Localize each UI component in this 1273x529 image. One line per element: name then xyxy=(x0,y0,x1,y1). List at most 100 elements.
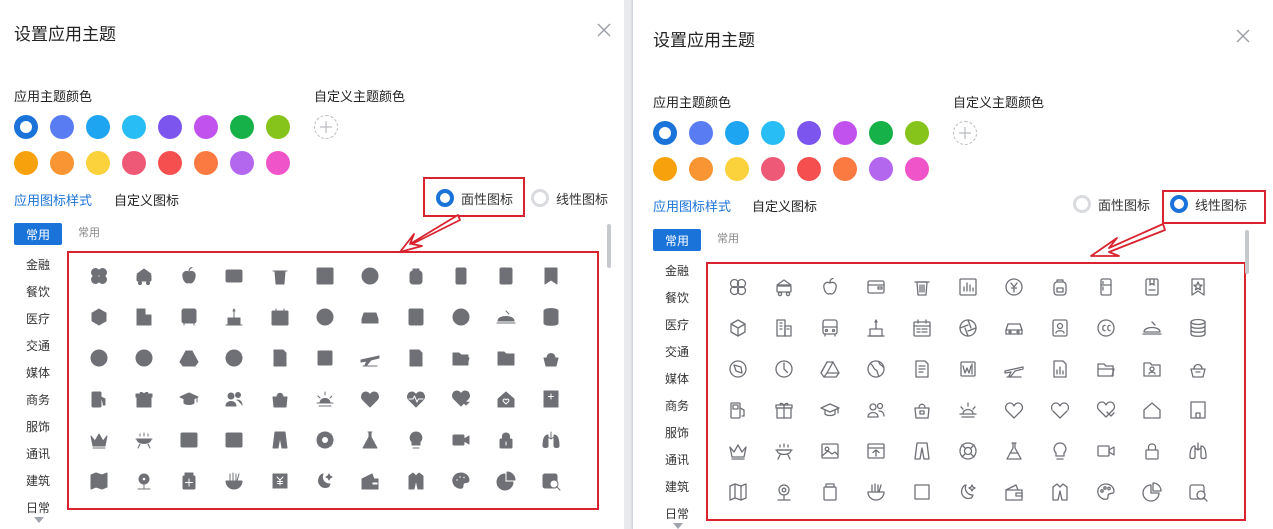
airplane-icon[interactable] xyxy=(999,354,1029,384)
bookmark-card-icon[interactable] xyxy=(491,261,521,291)
heart-pulse-icon[interactable] xyxy=(1045,395,1075,425)
category-item[interactable]: 交通 xyxy=(652,343,702,360)
sunrise-icon[interactable] xyxy=(310,384,340,414)
airplane-icon[interactable] xyxy=(355,343,385,373)
document-icon[interactable] xyxy=(265,343,295,373)
bar-chart-icon[interactable] xyxy=(310,261,340,291)
theme-swatch[interactable] xyxy=(869,157,893,181)
yen-note-icon[interactable] xyxy=(907,477,937,507)
scrollbar-thumb[interactable] xyxy=(1245,230,1249,274)
building-icon[interactable] xyxy=(769,313,799,343)
graduation-cap-icon[interactable] xyxy=(174,384,204,414)
theme-swatch[interactable] xyxy=(833,121,857,145)
compass-icon[interactable] xyxy=(723,354,753,384)
theme-swatch[interactable] xyxy=(725,121,749,145)
magnify-card-icon[interactable] xyxy=(536,466,566,496)
heart-hand-icon[interactable] xyxy=(1091,395,1121,425)
coat-icon[interactable] xyxy=(401,466,431,496)
tab-app-icon-style[interactable]: 应用图标样式 xyxy=(653,196,731,215)
inbox-upload-icon[interactable] xyxy=(219,425,249,455)
fridge-icon[interactable] xyxy=(446,261,476,291)
lightbulb-icon[interactable] xyxy=(401,425,431,455)
users-icon[interactable] xyxy=(219,384,249,414)
cake-icon[interactable] xyxy=(219,302,249,332)
scrollbar-thumb[interactable] xyxy=(607,224,611,268)
theme-swatch[interactable] xyxy=(230,115,254,139)
basket-icon[interactable] xyxy=(536,343,566,373)
aperture-icon[interactable] xyxy=(953,313,983,343)
theme-swatch[interactable] xyxy=(653,157,677,181)
dish-icon[interactable] xyxy=(1137,313,1167,343)
trousers-icon[interactable] xyxy=(265,425,295,455)
flask-icon[interactable] xyxy=(355,425,385,455)
aperture-icon[interactable] xyxy=(310,302,340,332)
category-item[interactable]: 商务 xyxy=(13,391,63,408)
theme-swatch[interactable] xyxy=(761,157,785,181)
theme-swatch[interactable] xyxy=(266,115,290,139)
padlock-icon[interactable] xyxy=(1137,436,1167,466)
contact-card-icon[interactable] xyxy=(401,302,431,332)
radio-filled-icons[interactable]: 面性图标 xyxy=(1073,193,1150,215)
lifebuoy-icon[interactable] xyxy=(310,425,340,455)
users-icon[interactable] xyxy=(861,395,891,425)
gift-icon[interactable] xyxy=(769,395,799,425)
video-icon[interactable] xyxy=(1091,436,1121,466)
yen-coin-icon[interactable] xyxy=(355,261,385,291)
wallet-icon[interactable] xyxy=(861,272,891,302)
theme-swatch[interactable] xyxy=(689,157,713,181)
category-item[interactable]: 日常 xyxy=(652,505,702,522)
bookmark-card-icon[interactable] xyxy=(1137,272,1167,302)
theme-swatch[interactable] xyxy=(50,151,74,175)
scroll-down-icon[interactable] xyxy=(673,523,683,529)
moon-star-icon[interactable] xyxy=(310,466,340,496)
heart-pulse-icon[interactable] xyxy=(401,384,431,414)
yen-coin-icon[interactable] xyxy=(999,272,1029,302)
contact-card-icon[interactable] xyxy=(1045,313,1075,343)
theme-swatch[interactable] xyxy=(653,121,677,145)
graduation-cap-icon[interactable] xyxy=(815,395,845,425)
location-pin-icon[interactable] xyxy=(129,466,159,496)
globe-icon[interactable] xyxy=(219,343,249,373)
padlock-icon[interactable] xyxy=(491,425,521,455)
theme-swatch[interactable] xyxy=(194,115,218,139)
fridge-icon[interactable] xyxy=(1091,272,1121,302)
image-icon[interactable] xyxy=(815,436,845,466)
gift-icon[interactable] xyxy=(129,384,159,414)
category-pill-active[interactable]: 常用 xyxy=(14,223,62,245)
crown-icon[interactable] xyxy=(723,436,753,466)
category-item[interactable]: 医疗 xyxy=(13,310,63,327)
grill-icon[interactable] xyxy=(129,425,159,455)
wallet-icon[interactable] xyxy=(219,261,249,291)
home-heart-icon[interactable] xyxy=(491,384,521,414)
theme-swatch[interactable] xyxy=(869,121,893,145)
home-heart-icon[interactable] xyxy=(1137,395,1167,425)
theme-swatch[interactable] xyxy=(86,151,110,175)
bus-front-icon[interactable] xyxy=(174,302,204,332)
star-bookmark-icon[interactable] xyxy=(536,261,566,291)
theme-swatch[interactable] xyxy=(266,151,290,175)
database-icon[interactable] xyxy=(536,302,566,332)
category-pill-active[interactable]: 常用 xyxy=(653,229,701,251)
clock-pie-icon[interactable] xyxy=(769,354,799,384)
map-icon[interactable] xyxy=(84,466,114,496)
basket-icon[interactable] xyxy=(1183,354,1213,384)
folder-user-icon[interactable] xyxy=(1137,354,1167,384)
wallet-open-icon[interactable] xyxy=(999,477,1029,507)
backpack-icon[interactable] xyxy=(401,261,431,291)
theme-swatch[interactable] xyxy=(797,121,821,145)
medicine-icon[interactable] xyxy=(174,466,204,496)
heart-icon[interactable] xyxy=(999,395,1029,425)
lifebuoy-icon[interactable] xyxy=(953,436,983,466)
bus-front-icon[interactable] xyxy=(815,313,845,343)
lock-bag-icon[interactable] xyxy=(265,384,295,414)
tab-custom-icon[interactable]: 自定义图标 xyxy=(114,190,179,209)
folder-user-icon[interactable] xyxy=(491,343,521,373)
theme-swatch[interactable] xyxy=(14,151,38,175)
report-chart-icon[interactable] xyxy=(1045,354,1075,384)
dish-icon[interactable] xyxy=(491,302,521,332)
category-item[interactable]: 媒体 xyxy=(13,364,63,381)
location-pin-icon[interactable] xyxy=(769,477,799,507)
crown-icon[interactable] xyxy=(84,425,114,455)
heart-hand-icon[interactable] xyxy=(446,384,476,414)
building-icon[interactable] xyxy=(129,302,159,332)
